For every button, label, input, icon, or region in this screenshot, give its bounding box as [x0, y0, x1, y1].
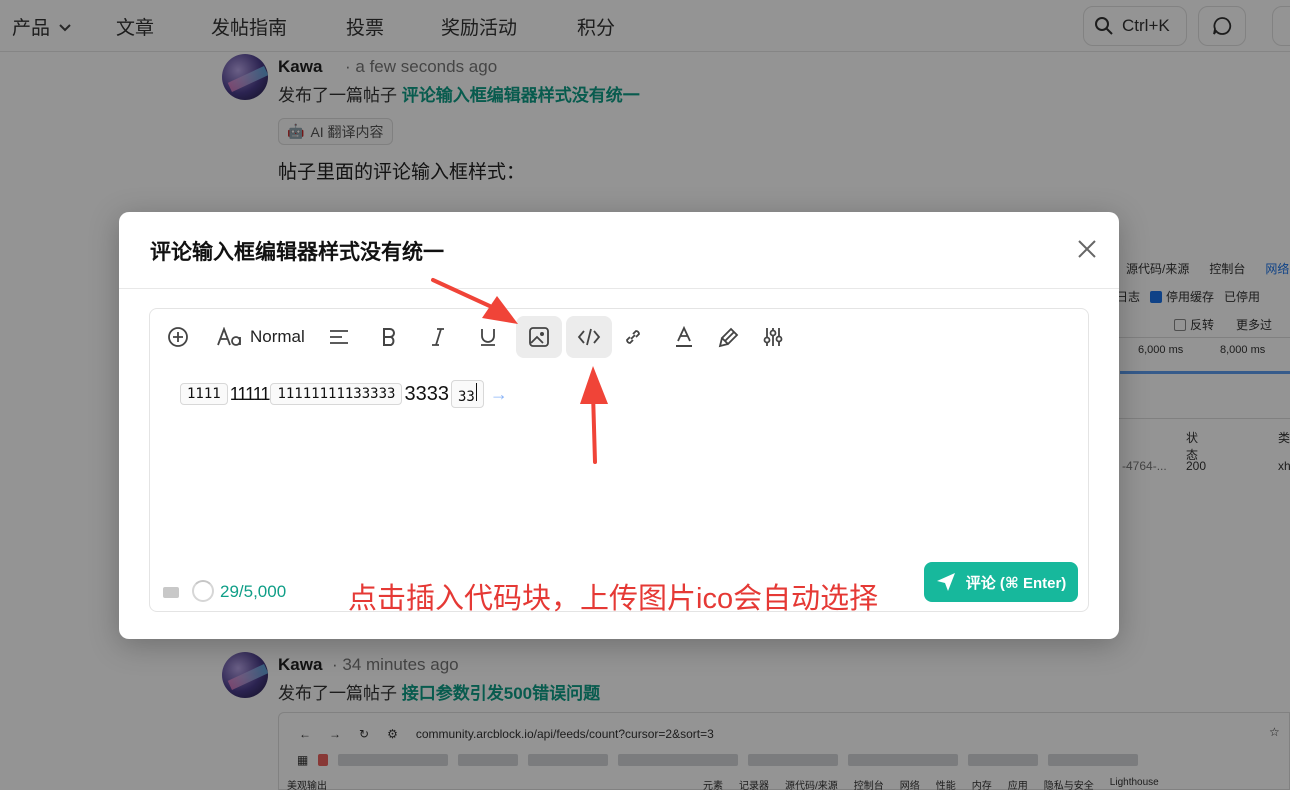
submit-comment-label: 评论 (⌘ Enter) [965, 574, 1067, 592]
insert-image-button[interactable] [516, 316, 562, 358]
close-icon [1078, 240, 1096, 258]
progress-ring-icon [192, 580, 214, 602]
heading-style-value: Normal [250, 327, 305, 346]
inline-code: 11111111133333 [270, 383, 403, 405]
editor-content[interactable]: 1111 11111 11111111133333 3333 33 → [180, 380, 508, 408]
submit-comment-button[interactable]: 评论 (⌘ Enter) [924, 562, 1078, 602]
underline-icon [481, 329, 495, 346]
bold-icon [383, 328, 395, 346]
comment-modal: 评论输入框编辑器样式没有统一 Normal 1111 11111 1111111… [119, 212, 1119, 639]
send-icon [936, 573, 955, 591]
close-button[interactable] [1074, 236, 1100, 262]
plus-circle-icon [168, 327, 188, 347]
content-text: 3333 [404, 382, 449, 405]
sliders-icon [763, 328, 783, 346]
inline-code-text: 33 [457, 389, 475, 405]
text-caret [475, 383, 477, 401]
italic-icon [432, 328, 444, 346]
align-button[interactable] [322, 316, 356, 358]
image-icon [529, 327, 549, 347]
insert-block-button[interactable] [162, 316, 194, 358]
annotation-text: 点击插入代码块，上传图片ico会自动选择 [348, 583, 879, 615]
inline-code: 33 [450, 380, 484, 408]
heading-style-select[interactable]: Normal [212, 316, 308, 358]
inline-code: 1111 [180, 383, 228, 405]
text-color-icon [676, 326, 692, 347]
markdown-icon [163, 587, 179, 598]
comment-editor[interactable]: Normal 1111 11111 11111111133333 3333 33… [149, 308, 1089, 615]
highlight-button[interactable] [712, 316, 746, 358]
insert-link-button[interactable] [616, 316, 650, 358]
modal-title: 评论输入框编辑器样式没有统一 [150, 241, 444, 264]
more-settings-button[interactable] [756, 316, 790, 358]
bold-button[interactable] [372, 316, 406, 358]
font-size-icon [217, 327, 241, 346]
modal-divider [119, 288, 1119, 289]
align-left-icon [330, 330, 348, 344]
code-icon [577, 328, 601, 346]
character-counter: 29/5,000 [220, 582, 287, 601]
arrow-right-icon: → [489, 383, 508, 404]
link-icon [626, 330, 640, 344]
underline-button[interactable] [471, 316, 505, 358]
content-text: 11111 [229, 383, 271, 404]
highlighter-icon [718, 327, 739, 348]
text-color-button[interactable] [667, 316, 701, 358]
insert-code-block-button[interactable] [566, 316, 612, 358]
italic-button[interactable] [421, 316, 455, 358]
